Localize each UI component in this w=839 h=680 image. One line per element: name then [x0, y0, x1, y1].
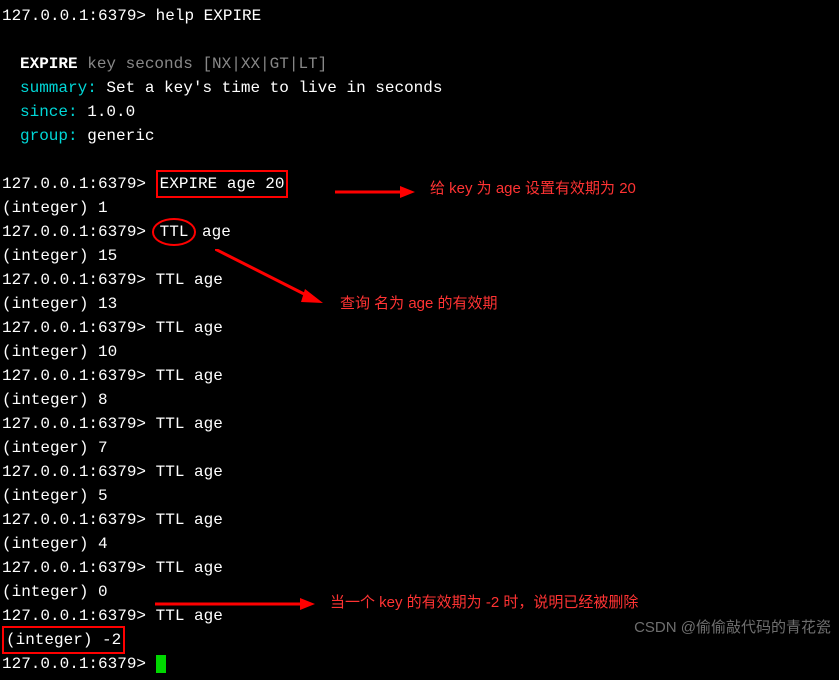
arrow-icon: [335, 180, 415, 204]
prompt: 127.0.0.1:6379>: [2, 511, 146, 529]
group-label: group:: [20, 127, 78, 145]
cmd-name: EXPIRE: [20, 55, 78, 73]
result: (integer) 1: [2, 196, 837, 220]
cmd-help: help EXPIRE: [156, 7, 262, 25]
prompt: 127.0.0.1:6379>: [2, 607, 146, 625]
prompt: 127.0.0.1:6379>: [2, 367, 146, 385]
summary-text: Set a key's time to live in seconds: [106, 79, 442, 97]
result: (integer) 5: [2, 484, 837, 508]
prompt: 127.0.0.1:6379>: [2, 7, 146, 25]
help-since: since: 1.0.0: [2, 100, 837, 124]
result: (integer) 4: [2, 532, 837, 556]
result: (integer) 10: [2, 340, 837, 364]
blank: [2, 148, 837, 172]
result: (integer) 15: [2, 244, 837, 268]
arrow-icon: [215, 249, 325, 309]
help-syntax: EXPIRE key seconds [NX|XX|GT|LT]: [2, 52, 837, 76]
final-highlight: (integer) -2: [2, 626, 125, 654]
prompt: 127.0.0.1:6379>: [2, 319, 146, 337]
prompt: 127.0.0.1:6379>: [2, 559, 146, 577]
ttl-cmd: TTL age: [156, 367, 223, 385]
expire-line: 127.0.0.1:6379> EXPIRE age 20: [2, 172, 837, 196]
prompt: 127.0.0.1:6379>: [2, 655, 146, 673]
ttl-cmd: TTL age: [156, 319, 223, 337]
cursor-icon: [156, 655, 166, 673]
ttl-line: 127.0.0.1:6379> TTL age: [2, 268, 837, 292]
prompt: 127.0.0.1:6379>: [2, 223, 146, 241]
ttl-cmd: TTL age: [156, 415, 223, 433]
expire-highlight: EXPIRE age 20: [156, 170, 289, 198]
ttl-cmd: TTL age: [156, 559, 223, 577]
terminal[interactable]: 127.0.0.1:6379> help EXPIRE EXPIRE key s…: [0, 0, 839, 680]
result: (integer) 7: [2, 436, 837, 460]
ttl-suffix: age: [192, 223, 230, 241]
ttl-line: 127.0.0.1:6379> TTL age: [2, 412, 837, 436]
blank: [2, 28, 837, 52]
prompt-line: 127.0.0.1:6379> help EXPIRE: [2, 4, 837, 28]
watermark: CSDN @偷偷敲代码的青花瓷: [634, 617, 831, 640]
prompt: 127.0.0.1:6379>: [2, 271, 146, 289]
ttl-cmd-part: TTL: [160, 223, 189, 241]
annotation-1: 给 key 为 age 设置有效期为 20: [430, 178, 636, 201]
annotation-2: 查询 名为 age 的有效期: [340, 293, 498, 316]
ttl-cmd: TTL age: [156, 463, 223, 481]
ttl-line-hl: 127.0.0.1:6379> TTL age: [2, 220, 837, 244]
annotation-3: 当一个 key 的有效期为 -2 时，说明已经被删除: [330, 592, 638, 615]
since-label: since:: [20, 103, 78, 121]
prompt: 127.0.0.1:6379>: [2, 175, 146, 193]
ttl-cmd: TTL age: [156, 271, 223, 289]
ttl-cmd: TTL age: [156, 511, 223, 529]
since-text: 1.0.0: [87, 103, 135, 121]
prompt: 127.0.0.1:6379>: [2, 415, 146, 433]
arrow-icon: [155, 592, 315, 616]
group-text: generic: [87, 127, 154, 145]
ttl-line: 127.0.0.1:6379> TTL age: [2, 364, 837, 388]
help-summary: summary: Set a key's time to live in sec…: [2, 76, 837, 100]
result: (integer) 8: [2, 388, 837, 412]
ttl-line: 127.0.0.1:6379> TTL age: [2, 508, 837, 532]
prompt: 127.0.0.1:6379>: [2, 463, 146, 481]
result-final: (integer) -2: [6, 631, 121, 649]
ttl-line: 127.0.0.1:6379> TTL age: [2, 460, 837, 484]
summary-label: summary:: [20, 79, 97, 97]
help-group: group: generic: [2, 124, 837, 148]
expire-cmd: EXPIRE age 20: [160, 175, 285, 193]
ttl-line: 127.0.0.1:6379> TTL age: [2, 556, 837, 580]
cmd-args: key seconds [NX|XX|GT|LT]: [87, 55, 327, 73]
ttl-line: 127.0.0.1:6379> TTL age: [2, 316, 837, 340]
prompt-cursor-line: 127.0.0.1:6379>: [2, 652, 837, 676]
ttl-highlight: TTL: [152, 218, 197, 246]
